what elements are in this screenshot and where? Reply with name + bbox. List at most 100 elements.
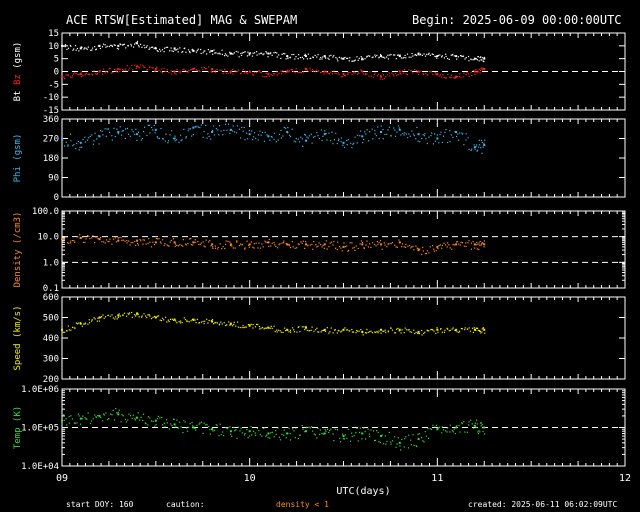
scatter-dot <box>200 421 203 423</box>
scatter-dot <box>356 56 358 58</box>
scatter-dot <box>271 54 273 56</box>
scatter-dot <box>340 247 342 249</box>
scatter-dot <box>448 244 450 246</box>
scatter-dot <box>202 432 204 434</box>
scatter-dot <box>266 434 268 436</box>
scatter-dot <box>196 125 198 127</box>
scatter-dot <box>161 68 163 70</box>
scatter-dot <box>384 244 386 246</box>
scatter-dot <box>321 139 323 142</box>
scatter-dot <box>467 137 469 139</box>
scatter-dot <box>136 242 139 245</box>
scatter-dot <box>337 241 339 243</box>
scatter-dot <box>291 69 293 71</box>
scatter-dot <box>120 237 122 239</box>
scatter-dot <box>147 424 149 426</box>
scatter-dot <box>252 136 255 138</box>
scatter-dot <box>96 72 99 75</box>
scatter-dot <box>232 53 234 55</box>
data-point <box>417 330 420 333</box>
scatter-dot <box>91 49 93 51</box>
scatter-dot <box>369 71 371 73</box>
scatter-dot <box>227 72 229 74</box>
scatter-dot <box>479 431 481 433</box>
scatter-dot <box>157 137 159 139</box>
scatter-dot <box>140 416 142 418</box>
scatter-dot <box>192 425 194 427</box>
scatter-dot <box>248 435 251 437</box>
data-point <box>267 241 270 244</box>
scatter-dot <box>203 130 205 133</box>
scatter-dot <box>214 52 216 54</box>
scatter-dot <box>475 68 477 71</box>
scatter-dot <box>343 242 345 244</box>
scatter-dot <box>402 72 405 74</box>
scatter-dot <box>303 326 305 328</box>
scatter-dot <box>367 246 370 248</box>
scatter-dot <box>101 241 103 243</box>
scatter-dot <box>330 327 332 329</box>
scatter-dot <box>245 71 247 73</box>
scatter-dot <box>403 446 405 448</box>
scatter-dot <box>426 250 429 252</box>
scatter-dot <box>101 46 104 48</box>
scatter-dot <box>86 418 88 420</box>
scatter-dot <box>292 246 294 248</box>
scatter-dot <box>468 73 470 75</box>
scatter-dot <box>355 245 357 247</box>
scatter-dot <box>413 329 415 331</box>
scatter-dot <box>330 71 332 73</box>
scatter-dot <box>289 329 292 331</box>
scatter-dot <box>390 243 392 245</box>
scatter-dot <box>119 70 121 72</box>
scatter-dot <box>368 75 370 77</box>
scatter-dot <box>145 243 147 245</box>
scatter-dot <box>74 45 77 47</box>
scatter-dot <box>105 46 107 48</box>
scatter-dot <box>71 77 73 79</box>
scatter-dot <box>480 69 482 71</box>
scatter-dot <box>150 246 153 248</box>
y-tick-label: 200 <box>43 375 59 385</box>
scatter-dot <box>452 53 454 56</box>
scatter-dot <box>65 236 67 238</box>
scatter-dot <box>64 44 67 46</box>
scatter-dot <box>244 72 246 74</box>
scatter-dot <box>461 242 464 244</box>
scatter-dot <box>134 133 136 135</box>
scatter-dot <box>271 431 273 433</box>
scatter-dot <box>385 331 387 334</box>
scatter-dot <box>263 328 265 330</box>
scatter-dot <box>476 71 478 74</box>
scatter-dot <box>75 73 77 75</box>
scatter-dot <box>348 60 350 62</box>
scatter-dot <box>160 242 162 244</box>
scatter-dot <box>411 53 413 55</box>
scatter-dot <box>195 429 197 431</box>
scatter-dot <box>81 418 83 420</box>
scatter-dot <box>320 331 322 333</box>
scatter-dot <box>73 48 75 50</box>
scatter-dot <box>332 332 334 334</box>
scatter-dot <box>474 73 476 76</box>
scatter-dot <box>418 71 421 73</box>
scatter-dot <box>363 247 366 249</box>
scatter-dot <box>390 441 392 443</box>
scatter-dot <box>71 326 74 328</box>
scatter-dot <box>468 327 470 329</box>
scatter-dot <box>269 327 271 329</box>
scatter-dot <box>328 431 330 434</box>
scatter-dot <box>206 53 208 55</box>
scatter-dot <box>427 53 430 55</box>
scatter-dot <box>102 314 104 316</box>
scatter-dot <box>67 325 69 327</box>
scatter-dot <box>132 131 134 133</box>
scatter-dot <box>410 331 413 333</box>
scatter-dot <box>312 56 314 59</box>
scatter-dot <box>212 125 215 127</box>
scatter-dot <box>462 55 465 57</box>
y-axis-label-part: Bz <box>13 74 23 90</box>
scatter-dot <box>382 138 384 140</box>
data-point <box>342 57 345 60</box>
scatter-dot <box>281 242 283 244</box>
